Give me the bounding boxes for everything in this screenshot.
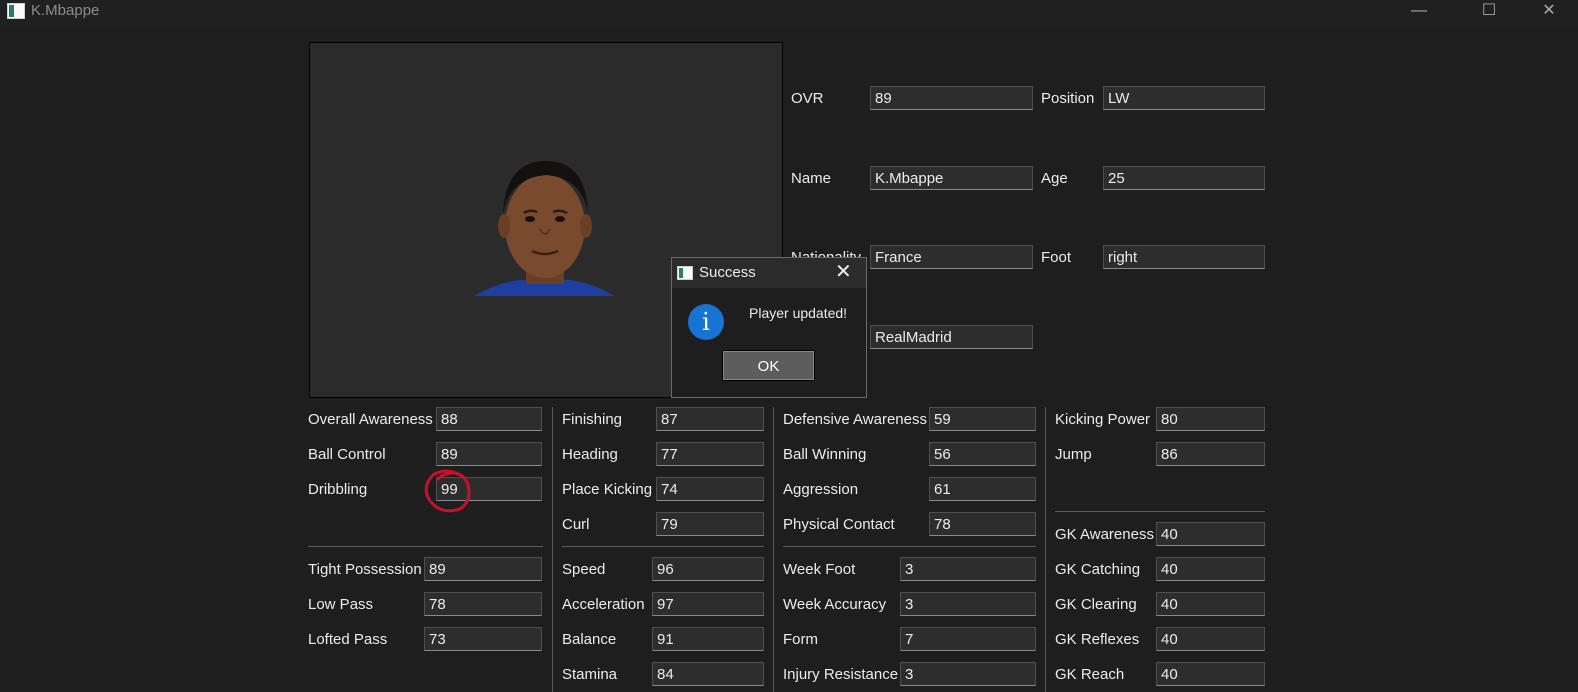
- stat-field-week-accuracy[interactable]: 3: [900, 592, 1036, 616]
- dialog-message: Player updated!: [749, 305, 848, 321]
- stat-label-jump: Jump: [1055, 446, 1092, 463]
- column-divider: [773, 407, 774, 692]
- stat-label-heading: Heading: [562, 446, 618, 463]
- stat-field-gk-clearing[interactable]: 40: [1156, 592, 1265, 616]
- stat-label-gk-reflexes: GK Reflexes: [1055, 631, 1140, 648]
- stat-label-gk-awareness: GK Awareness: [1055, 526, 1154, 543]
- stat-field-overall-awareness[interactable]: 88: [436, 407, 542, 431]
- stat-label-low-pass: Low Pass: [308, 596, 374, 613]
- age-label: Age: [1041, 170, 1068, 187]
- stat-field-physical-contact[interactable]: 78: [929, 512, 1036, 536]
- stat-label-injury-resistance: Injury Resistance: [783, 666, 899, 683]
- stat-label-ball-winning: Ball Winning: [783, 446, 867, 463]
- maximize-button[interactable]: ☐: [1466, 0, 1512, 28]
- stat-label-lofted-pass: Lofted Pass: [308, 631, 388, 648]
- stat-label-ball-control: Ball Control: [308, 446, 386, 463]
- stat-field-gk-reflexes[interactable]: 40: [1156, 627, 1265, 651]
- section-divider: [783, 546, 1036, 547]
- annotation-circle: [424, 469, 471, 513]
- stat-field-speed[interactable]: 96: [652, 557, 764, 581]
- section-divider: [562, 546, 764, 547]
- stat-label-form: Form: [783, 631, 818, 648]
- stat-label-week-accuracy: Week Accuracy: [783, 596, 887, 613]
- stat-label-dribbling: Dribbling: [308, 481, 368, 498]
- stat-label-gk-catching: GK Catching: [1055, 561, 1141, 578]
- info-icon: i: [688, 304, 724, 340]
- stat-label-acceleration: Acceleration: [562, 596, 645, 613]
- ovr-label: OVR: [791, 90, 824, 107]
- stat-field-balance[interactable]: 91: [652, 627, 764, 651]
- stat-label-week-foot: Week Foot: [783, 561, 856, 578]
- stat-label-finishing: Finishing: [562, 411, 623, 428]
- stat-label-tight-possession: Tight Possession: [308, 561, 422, 578]
- position-label: Position: [1041, 90, 1095, 107]
- stat-field-heading[interactable]: 77: [656, 442, 764, 466]
- stat-field-curl[interactable]: 79: [656, 512, 764, 536]
- dialog-title: Success: [699, 264, 756, 281]
- minimize-button[interactable]: —: [1396, 0, 1442, 28]
- stat-field-place-kicking[interactable]: 74: [656, 477, 764, 501]
- stat-field-jump[interactable]: 86: [1156, 442, 1265, 466]
- dialog-app-icon: [677, 266, 693, 280]
- stat-label-defensive-awareness: Defensive Awareness: [783, 411, 927, 428]
- stat-field-form[interactable]: 7: [900, 627, 1036, 651]
- window-title: K.Mbappe: [31, 2, 100, 19]
- stat-field-stamina[interactable]: 84: [652, 662, 764, 686]
- dialog-close-icon[interactable]: ✕: [835, 261, 852, 283]
- stat-field-kicking-power[interactable]: 80: [1156, 407, 1265, 431]
- name-label: Name: [791, 170, 832, 187]
- stat-label-physical-contact: Physical Contact: [783, 516, 895, 533]
- stat-field-gk-reach[interactable]: 40: [1156, 662, 1265, 686]
- stat-label-curl: Curl: [562, 516, 590, 533]
- stat-label-speed: Speed: [562, 561, 606, 578]
- position-field[interactable]: LW: [1103, 86, 1265, 110]
- club-field[interactable]: RealMadrid: [870, 325, 1033, 349]
- stat-label-stamina: Stamina: [562, 666, 618, 683]
- stat-field-week-foot[interactable]: 3: [900, 557, 1036, 581]
- dialog-titlebar: Success ✕: [672, 258, 866, 288]
- stat-label-balance: Balance: [562, 631, 617, 648]
- foot-field[interactable]: right: [1103, 245, 1265, 269]
- stat-label-gk-reach: GK Reach: [1055, 666, 1125, 683]
- close-button[interactable]: ✕: [1526, 0, 1572, 28]
- stat-label-aggression: Aggression: [783, 481, 859, 498]
- section-divider: [308, 546, 543, 547]
- stat-field-lofted-pass[interactable]: 73: [424, 627, 542, 651]
- stat-field-acceleration[interactable]: 97: [652, 592, 764, 616]
- column-divider: [1045, 407, 1046, 692]
- nationality-field[interactable]: France: [870, 245, 1033, 269]
- age-field[interactable]: 25: [1103, 166, 1265, 190]
- stat-field-ball-winning[interactable]: 56: [929, 442, 1036, 466]
- stat-label-gk-clearing: GK Clearing: [1055, 596, 1137, 613]
- window-titlebar: K.Mbappe — ☐ ✕: [0, 0, 1578, 28]
- foot-label: Foot: [1041, 249, 1072, 266]
- section-divider: [1055, 511, 1265, 512]
- ok-button[interactable]: OK: [722, 350, 815, 381]
- ovr-field[interactable]: 89: [870, 86, 1033, 110]
- stat-field-aggression[interactable]: 61: [929, 477, 1036, 501]
- stat-field-gk-awareness[interactable]: 40: [1156, 522, 1265, 546]
- stat-label-kicking-power: Kicking Power: [1055, 411, 1151, 428]
- stat-field-gk-catching[interactable]: 40: [1156, 557, 1265, 581]
- stat-field-injury-resistance[interactable]: 3: [900, 662, 1036, 686]
- stat-field-low-pass[interactable]: 78: [424, 592, 542, 616]
- stat-label-place-kicking: Place Kicking: [562, 481, 653, 498]
- stat-field-finishing[interactable]: 87: [656, 407, 764, 431]
- success-dialog: Success ✕ i Player updated! OK: [671, 257, 867, 398]
- stat-field-ball-control[interactable]: 89: [436, 442, 542, 466]
- stat-label-overall-awareness: Overall Awareness: [308, 411, 433, 428]
- stat-field-defensive-awareness[interactable]: 59: [929, 407, 1036, 431]
- stat-field-tight-possession[interactable]: 89: [424, 557, 542, 581]
- column-divider: [552, 407, 553, 692]
- name-field[interactable]: K.Mbappe: [870, 166, 1033, 190]
- app-icon: [7, 3, 25, 19]
